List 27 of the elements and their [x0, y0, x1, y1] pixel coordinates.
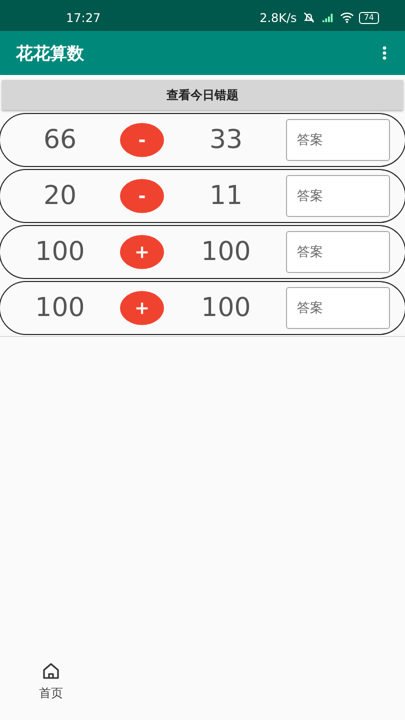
right-operand: 11: [208, 181, 244, 211]
right-operand: 33: [208, 125, 244, 155]
operator-badge: +: [120, 235, 164, 269]
review-mistakes-button[interactable]: 查看今日错题: [2, 80, 403, 110]
home-icon: [40, 660, 62, 680]
left-operand: 20: [42, 181, 78, 211]
answer-field[interactable]: 答案: [286, 287, 390, 329]
operator-badge: -: [120, 179, 164, 213]
more-icon[interactable]: [382, 45, 387, 61]
left-operand: 100: [34, 237, 86, 267]
right-operand: 100: [200, 237, 252, 267]
answer-field[interactable]: 答案: [286, 119, 390, 161]
battery-level: 74: [358, 12, 379, 24]
network-speed: 2.8K/s: [260, 10, 297, 24]
operator-badge: +: [120, 291, 164, 325]
app-title: 花花算数: [16, 42, 84, 64]
left-operand: 66: [42, 125, 78, 155]
bell-muted-icon: [302, 11, 316, 24]
status-time: 17:27: [66, 10, 101, 24]
signal-icon: [320, 11, 335, 24]
wifi-icon: [340, 11, 354, 24]
answer-field[interactable]: 答案: [286, 175, 390, 217]
nav-item[interactable]: 首页: [30, 650, 72, 712]
answer-field[interactable]: 答案: [286, 231, 390, 273]
left-operand: 100: [34, 293, 86, 323]
right-operand: 100: [200, 293, 252, 323]
operator-badge: -: [120, 123, 164, 157]
